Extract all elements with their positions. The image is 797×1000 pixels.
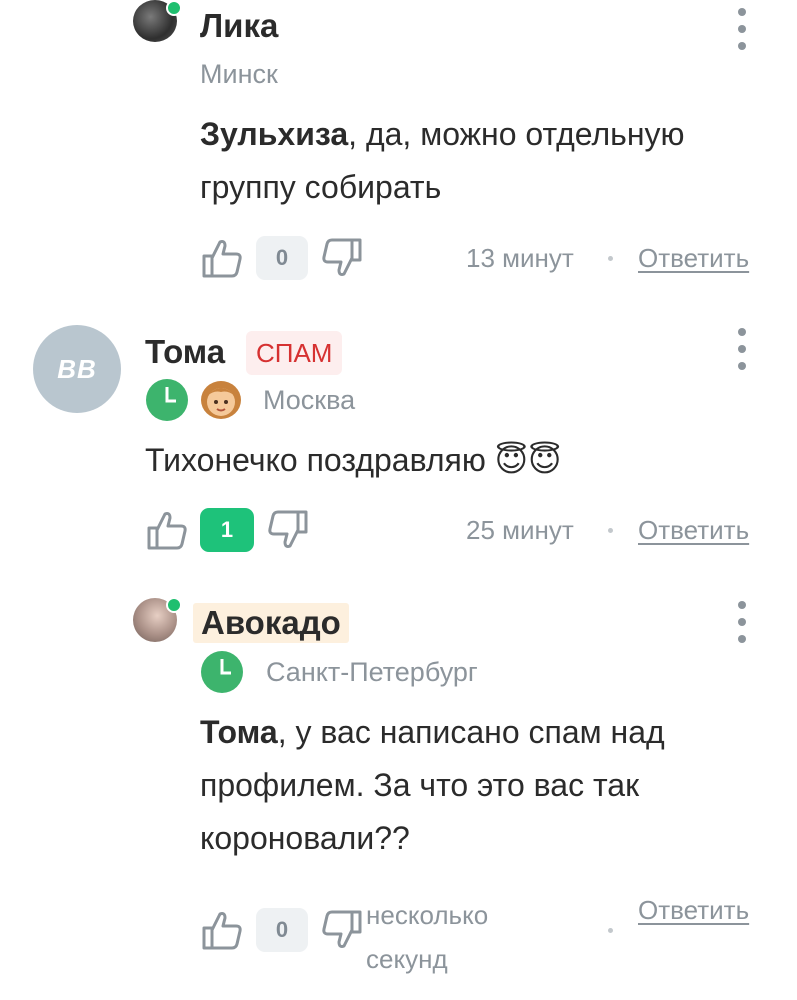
separator-dot [608, 256, 613, 261]
girl-emoji-icon [198, 376, 244, 427]
spam-badge: СПАМ [246, 331, 343, 375]
online-indicator [166, 597, 182, 613]
likes-count: 0 [256, 236, 308, 280]
avatar-initials: BB [57, 353, 97, 384]
mention-link[interactable]: Тома [200, 714, 278, 750]
like-button[interactable] [200, 908, 244, 957]
comment-time-line2: секунд [366, 944, 448, 974]
comment-time: несколько секунд [366, 893, 488, 981]
kebab-menu-icon[interactable] [730, 328, 754, 370]
dislike-button[interactable] [320, 908, 364, 957]
thumb-up-icon [202, 912, 242, 950]
comment-text: Тома, у вас написано спам над профилем. … [200, 714, 665, 856]
reply-link[interactable]: Ответить [638, 242, 749, 274]
author-name[interactable]: Лика [200, 6, 278, 46]
author-city: Санкт-Петербург [266, 657, 478, 687]
comment-text: Тихонечко поздравляю 😇😇 [145, 442, 562, 478]
thumb-down-icon [322, 910, 362, 948]
author-name[interactable]: Авокадо [193, 603, 349, 643]
thumb-up-icon [147, 512, 187, 550]
comment-time: 25 минут [466, 515, 574, 545]
kebab-menu-icon[interactable] [730, 601, 754, 643]
author-city: Минск [200, 59, 278, 89]
likes-count: 1 [200, 508, 254, 552]
mention-link[interactable]: Зульхиза [200, 116, 348, 152]
separator-dot [608, 528, 613, 533]
comment-text: Зульхиза, да, можно отдельную группу соб… [200, 116, 685, 205]
like-button[interactable] [200, 236, 244, 285]
author-city: Москва [263, 385, 356, 415]
clock-icon [200, 650, 244, 699]
clock-icon [145, 378, 189, 427]
thumb-up-icon [202, 240, 242, 278]
separator-dot [608, 928, 613, 933]
thumb-down-icon [268, 510, 308, 548]
like-button[interactable] [145, 508, 189, 557]
dislike-button[interactable] [320, 236, 364, 285]
thumb-down-icon [322, 238, 362, 276]
likes-count: 0 [256, 908, 308, 952]
reply-link[interactable]: Ответить [638, 514, 749, 546]
reply-link[interactable]: Ответить [638, 894, 749, 926]
comment-time: 13 минут [466, 243, 574, 273]
online-indicator [166, 0, 182, 16]
dislike-button[interactable] [266, 508, 310, 557]
kebab-menu-icon[interactable] [730, 8, 754, 50]
author-name[interactable]: Тома [145, 332, 225, 372]
comment-time-line1: несколько [366, 900, 489, 930]
avatar-toma[interactable]: BB [33, 325, 121, 413]
